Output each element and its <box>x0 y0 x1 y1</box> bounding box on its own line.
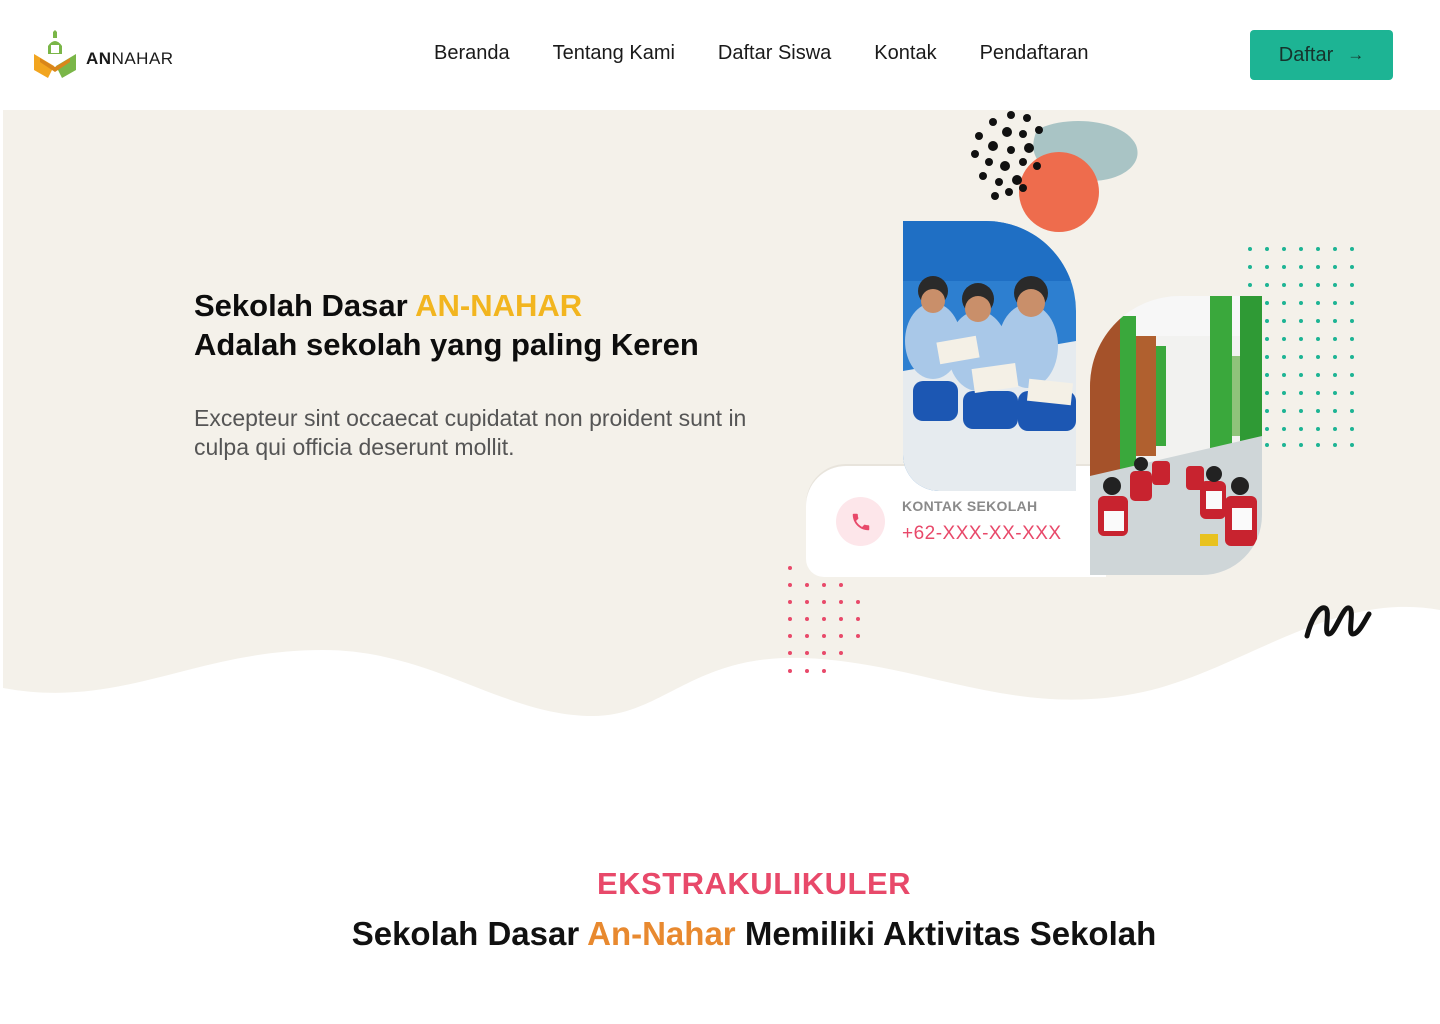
nav-item-beranda[interactable]: Beranda <box>434 42 510 65</box>
site-header: ANNAHAR Beranda Tentang Kami Daftar Sisw… <box>0 0 1440 110</box>
hero-title-prefix: Sekolah Dasar <box>194 288 416 323</box>
hero-title-accent: AN-NAHAR <box>415 288 583 323</box>
contact-phone-number[interactable]: +62-XXX-XX-XXX <box>902 523 1062 545</box>
contact-label: KONTAK SEKOLAH <box>902 498 1038 514</box>
hero-title-line2: Adalah sekolah yang paling Keren <box>194 327 699 362</box>
brand-name-bold: AN <box>86 49 112 68</box>
scribble-decoration <box>1304 605 1372 639</box>
daftar-button-label: Daftar <box>1278 43 1334 66</box>
section-title: Sekolah Dasar An-Nahar Memiliki Aktivita… <box>0 915 1440 953</box>
section-kicker: EKSTRAKULIKULER <box>596 866 912 901</box>
teal-dot-pattern <box>1248 247 1354 447</box>
nav-item-daftar-siswa[interactable]: Daftar Siswa <box>718 42 831 65</box>
students-reading-photo <box>903 221 1076 491</box>
nav-item-pendaftaran[interactable]: Pendaftaran <box>980 42 1089 65</box>
section-title-prefix: Sekolah Dasar <box>351 915 588 952</box>
school-corridor-photo <box>1090 296 1262 575</box>
hero-title: Sekolah Dasar AN-NAHAR Adalah sekolah ya… <box>194 286 699 364</box>
decorative-blobs <box>971 111 1138 232</box>
section-title-accent: An-Nahar <box>587 915 736 952</box>
main-nav: Beranda Tentang Kami Daftar Siswa Kontak… <box>434 42 1089 65</box>
daftar-button[interactable]: Daftar → <box>1250 30 1393 80</box>
brand-name-rest: NAHAR <box>111 49 174 68</box>
pink-dot-pattern <box>788 566 860 673</box>
nav-item-kontak[interactable]: Kontak <box>874 42 936 65</box>
arrow-right-icon: → <box>1347 45 1365 64</box>
brand-logo[interactable]: ANNAHAR <box>32 30 174 80</box>
hero-description: Excepteur sint occaecat cupidatat non pr… <box>194 405 747 460</box>
mosque-logo-icon <box>34 30 76 78</box>
section-title-suffix: Memiliki Aktivitas Sekolah <box>735 915 1157 952</box>
phone-icon <box>836 497 885 546</box>
nav-item-tentang-kami[interactable]: Tentang Kami <box>553 42 675 65</box>
